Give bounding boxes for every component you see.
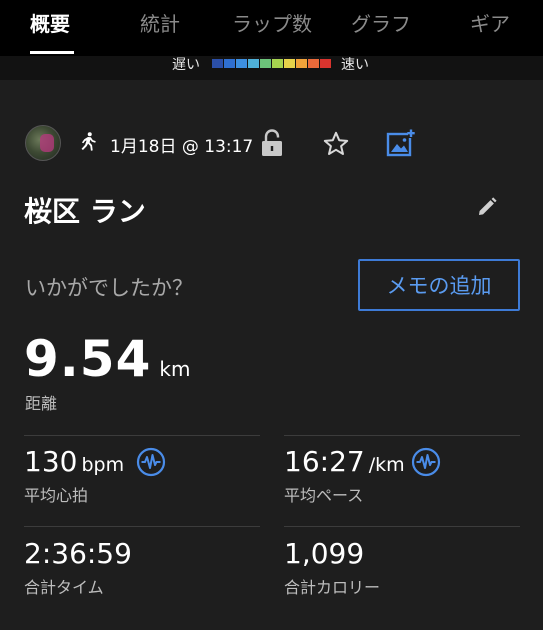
tab-graphs[interactable]: グラフ — [351, 8, 411, 37]
legend-swatch — [224, 59, 235, 68]
activity-summary-screen: 概要 統計 ラップ数 グラフ ギア 遅い 速い 1月18日 @ 13:17 桜区… — [0, 0, 543, 630]
distance-label: 距離 — [25, 394, 58, 413]
divider — [284, 435, 520, 436]
legend-swatch — [212, 59, 223, 68]
tab-bar: 概要 統計 ラップ数 グラフ ギア — [0, 0, 543, 56]
total-calories-value: 1,099 — [284, 537, 365, 570]
speed-legend: 遅い 速い — [0, 56, 543, 80]
distance-value: 9.54 — [24, 330, 152, 388]
legend-slow-label: 遅い — [172, 57, 200, 73]
avg-heart-rate: 130 bpm — [24, 445, 124, 478]
total-time-label: 合計タイム — [24, 578, 104, 597]
tab-gear[interactable]: ギア — [470, 8, 510, 37]
tab-stats[interactable]: 統計 — [140, 8, 180, 37]
avg-pace: 16:27/km — [284, 445, 405, 478]
avg-heart-rate-unit: bpm — [81, 454, 125, 476]
legend-swatch — [272, 59, 283, 68]
distance-stat: 9.54 km — [24, 330, 190, 388]
avg-pace-label: 平均ペース — [284, 486, 364, 505]
legend-swatch — [320, 59, 331, 68]
activity-title: 桜区 ラン — [24, 195, 146, 228]
legend-color-bar — [212, 59, 331, 68]
avg-pace-unit: /km — [368, 454, 405, 476]
legend-fast-label: 速い — [341, 57, 369, 73]
add-photo-icon[interactable] — [386, 128, 416, 158]
distance-unit: km — [159, 357, 191, 381]
avg-heart-rate-label: 平均心拍 — [24, 486, 89, 505]
feedback-question: いかがでしたか？ — [25, 276, 193, 300]
running-icon — [81, 132, 96, 151]
legend-swatch — [308, 59, 319, 68]
activity-date: 1月18日 @ 13:17 — [110, 137, 254, 157]
avg-heart-rate-value: 130 — [24, 445, 78, 478]
divider — [284, 526, 520, 527]
heart-rate-info-icon[interactable] — [136, 447, 166, 477]
avatar[interactable] — [25, 125, 61, 161]
total-time-value: 2:36:59 — [24, 537, 132, 570]
unlock-icon[interactable] — [259, 128, 285, 158]
tab-overview[interactable]: 概要 — [30, 8, 70, 37]
legend-swatch — [284, 59, 295, 68]
divider — [24, 435, 260, 436]
add-memo-button[interactable]: メモの追加 — [358, 259, 520, 311]
total-calories-label: 合計カロリー — [284, 578, 381, 597]
divider — [24, 526, 260, 527]
star-icon[interactable] — [322, 130, 350, 158]
pace-info-icon[interactable] — [411, 447, 441, 477]
legend-swatch — [260, 59, 271, 68]
legend-swatch — [236, 59, 247, 68]
legend-swatch — [248, 59, 259, 68]
active-tab-indicator — [30, 51, 74, 54]
edit-pencil-icon[interactable] — [476, 196, 498, 218]
tab-laps[interactable]: ラップ数 — [232, 8, 312, 37]
legend-swatch — [296, 59, 307, 68]
avg-pace-value: 16:27 — [284, 445, 365, 478]
